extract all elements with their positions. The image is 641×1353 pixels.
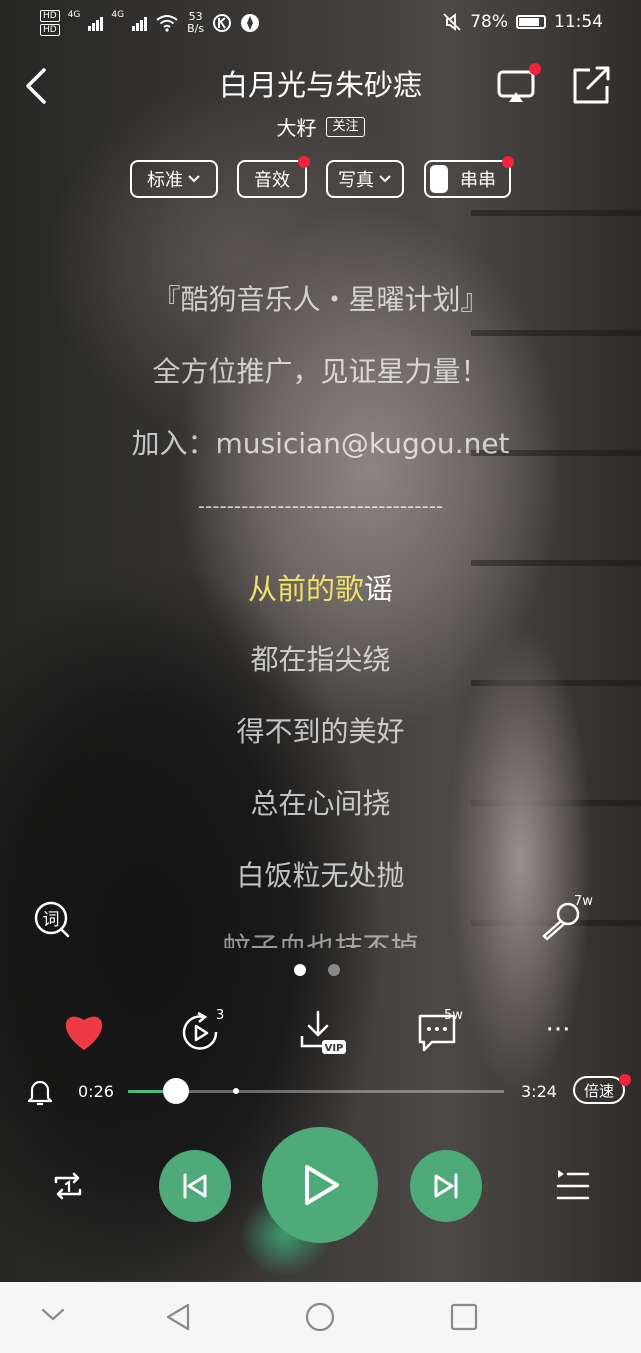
photo-label: 写真 [338,170,374,191]
total-time: 3:24 [521,1082,557,1101]
download-button[interactable]: VIP [298,1010,346,1056]
current-lyric-line: 从前的歌谣 [0,566,641,608]
notification-dot [529,63,541,75]
bg-stripe [471,330,641,336]
lyric-line: 总在心间挠 [250,787,391,820]
lyric-line: 得不到的美好 [236,715,405,748]
lyric-line: 『酷狗音乐人・星曜计划』 [152,283,489,316]
share-count: 3 [216,1008,225,1023]
current-time: 0:26 [78,1082,114,1101]
next-button[interactable] [410,1150,482,1222]
quality-label: 标准 [147,170,183,191]
chain-toggle[interactable]: 串串 [424,160,511,198]
notification-dot [619,1074,631,1086]
bg-stripe [471,210,641,216]
artist-row: 大籽 关注 [0,112,641,141]
svg-text:VIP: VIP [325,1043,344,1054]
photo-dropdown[interactable]: 写真 [326,160,404,198]
repeat-one-icon[interactable] [48,1166,88,1206]
chevron-down-icon [379,175,391,183]
bell-icon[interactable] [24,1076,56,1108]
chevron-down-icon [188,175,200,183]
progress-knob[interactable] [162,1078,189,1104]
hd-badge: HD [40,24,60,36]
playback-speed-button[interactable]: 倍速 [573,1076,625,1104]
lyrics-icon: 词 [34,901,70,938]
progress-marker [232,1088,239,1094]
lyric-line: 白饭粒无处抛 [236,859,405,892]
page-dot-active [294,964,306,976]
signal-type: 4G [111,10,125,20]
signal-type: 4G [67,10,81,20]
share-icon[interactable] [570,64,612,106]
signal-icon [88,15,104,31]
status-bar: HD HD 4G 4G 53 B/s 78% 11:54 [0,0,641,50]
progress-row: 0:26 3:24 倍速 [0,1074,641,1110]
notification-dot [502,156,514,168]
skip-previous-icon [183,1173,207,1199]
kugou-icon [213,14,232,32]
current-lyric-unsung: 谣 [364,572,394,606]
network-speed: 53 B/s [187,10,205,35]
notification-dot [298,156,310,168]
signal-icon [132,15,148,31]
player-screen: HD HD 4G 4G 53 B/s 78% 11:54 白月光与朱砂痣 大籽 … [0,0,641,1353]
app-notification-icon [241,14,260,32]
hd-badge: HD [40,10,60,22]
previous-button[interactable] [159,1150,231,1222]
chevron-down-icon[interactable] [40,1306,66,1324]
wifi-icon [156,15,178,32]
battery-icon [516,15,546,29]
play-button[interactable] [262,1127,378,1243]
song-title: 白月光与朱砂痣 [218,68,422,102]
skip-next-icon [434,1173,458,1199]
chain-label: 串串 [460,170,496,191]
play-icon [305,1165,339,1205]
more-icon: ··· [545,1015,571,1045]
lyric-line: 都在指尖绕 [250,643,391,676]
lyric-line: 全方位推广，见证星力量！ [152,355,489,388]
page-dot [328,964,340,976]
karaoke-button[interactable]: 7w [538,894,594,944]
download-icon: VIP [300,1010,346,1054]
like-button[interactable] [61,1010,109,1056]
system-nav-bar [0,1282,641,1353]
playlist-icon[interactable] [554,1166,594,1206]
share-song-button[interactable]: 3 [178,1008,226,1056]
comment-button[interactable]: 5w [416,1008,464,1056]
clock: 11:54 [554,12,603,32]
lyric-divider: ---------------------------------- [197,494,444,518]
mute-icon [443,13,461,31]
more-button[interactable]: ··· [534,1010,582,1056]
lyric-line: 加入：musician@kugou.net [131,427,510,460]
hd-badges: HD HD [40,10,60,36]
sound-effects-label: 音效 [254,170,290,191]
comment-count: 5w [444,1008,463,1023]
quality-dropdown[interactable]: 标准 [130,160,218,198]
svg-text:词: 词 [43,910,60,930]
toggle-knob [430,165,448,193]
battery-percent: 78% [470,12,508,32]
current-lyric-sung: 从前的歌 [247,572,364,606]
heart-icon [65,1016,103,1050]
karaoke-count: 7w [574,894,593,909]
nav-recents-icon[interactable] [450,1303,478,1331]
artist-name[interactable]: 大籽 [276,112,316,141]
lyrics-mode-button[interactable]: 词 [33,900,73,940]
nav-back-icon[interactable] [164,1302,192,1332]
page-indicator [294,964,340,976]
sound-effects-button[interactable]: 音效 [237,160,307,198]
nav-home-icon[interactable] [305,1302,335,1332]
follow-button[interactable]: 关注 [326,116,365,137]
